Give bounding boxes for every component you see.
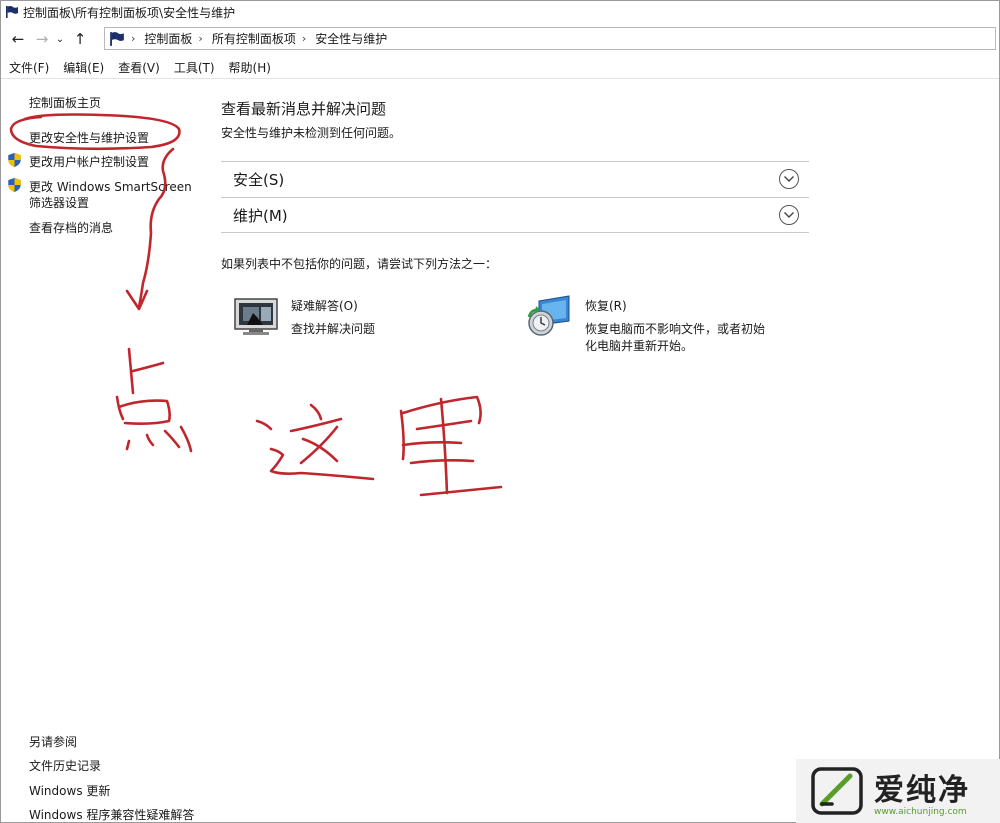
forward-button[interactable]: → xyxy=(31,28,53,50)
troubleshooting-description: 查找并解决问题 xyxy=(291,322,376,336)
link-control-panel-home[interactable]: 控制面板主页 xyxy=(29,94,101,111)
section-security-label: 安全(S) xyxy=(233,170,285,189)
title-bar: 控制面板\所有控制面板项\安全性与维护 xyxy=(1,1,999,23)
navigation-bar: ← → ⌄ ↑ › 控制面板 › 所有控制面板项 › 安全性与维护 xyxy=(1,25,999,53)
menu-bar: 文件(F) 编辑(E) 查看(V) 工具(T) 帮助(H) xyxy=(1,57,999,79)
breadcrumb-security-maintenance[interactable]: 安全性与维护 xyxy=(315,30,387,47)
aichunjing-logo-icon xyxy=(811,767,863,815)
up-button[interactable]: ↑ xyxy=(69,28,91,50)
flag-icon xyxy=(110,31,124,46)
breadcrumb-separator[interactable]: › xyxy=(302,32,306,45)
link-file-history[interactable]: 文件历史记录 xyxy=(29,757,101,774)
see-also-heading: 另请参阅 xyxy=(29,735,78,749)
breadcrumb-separator[interactable]: › xyxy=(131,32,135,45)
site-watermark: 爱纯净 www.aichunjing.com xyxy=(796,759,1000,823)
uac-shield-icon xyxy=(8,177,21,193)
breadcrumb-control-panel[interactable]: 控制面板 xyxy=(144,30,192,47)
link-program-compatibility-troubleshooter[interactable]: Windows 程序兼容性疑难解答 xyxy=(29,806,194,823)
troubleshooting-tool[interactable]: 疑难解答(O) 查找并解决问题 xyxy=(233,295,375,338)
left-task-pane: 控制面板主页 更改安全性与维护设置 更改用户帐户控制设置 更改 Windows … xyxy=(1,81,201,823)
link-windows-update[interactable]: Windows 更新 xyxy=(29,782,110,799)
address-bar[interactable]: › 控制面板 › 所有控制面板项 › 安全性与维护 xyxy=(104,27,996,50)
status-message: 安全性与维护未检测到任何问题。 xyxy=(221,126,402,140)
menu-view[interactable]: 查看(V) xyxy=(118,59,160,76)
breadcrumb-separator[interactable]: › xyxy=(198,32,202,45)
watermark-brand: 爱纯净 xyxy=(874,773,970,808)
link-change-smartscreen-settings-line2[interactable]: 筛选器设置 xyxy=(29,194,89,211)
section-maintenance[interactable]: 维护(M) xyxy=(221,197,809,232)
troubleshoot-monitor-icon xyxy=(234,298,278,335)
recent-locations-button[interactable]: ⌄ xyxy=(53,28,67,50)
menu-file[interactable]: 文件(F) xyxy=(9,59,49,76)
watermark-url: www.aichunjing.com xyxy=(874,807,967,817)
section-maintenance-label: 维护(M) xyxy=(233,206,288,225)
chevron-down-circle-icon[interactable] xyxy=(779,205,799,225)
main-content: 查看最新消息并解决问题 安全性与维护未检测到任何问题。 安全(S) 维护(M) … xyxy=(221,81,821,381)
recovery-description-line2: 化电脑并重新开始。 xyxy=(585,339,694,353)
link-view-archived-messages[interactable]: 查看存档的消息 xyxy=(29,219,113,236)
section-security[interactable]: 安全(S) xyxy=(221,161,809,196)
recovery-description-line1: 恢复电脑而不影响文件，或者初始 xyxy=(585,322,766,336)
recovery-link[interactable]: 恢复(R) xyxy=(585,297,765,314)
chevron-down-circle-icon[interactable] xyxy=(779,169,799,189)
alternative-methods-hint: 如果列表中不包括你的问题，请尝试下列方法之一： xyxy=(221,257,498,271)
menu-edit[interactable]: 编辑(E) xyxy=(63,59,104,76)
menu-tools[interactable]: 工具(T) xyxy=(174,59,215,76)
window-title: 控制面板\所有控制面板项\安全性与维护 xyxy=(23,5,236,20)
breadcrumb-all-items[interactable]: 所有控制面板项 xyxy=(212,30,296,47)
troubleshooting-link[interactable]: 疑难解答(O) xyxy=(291,297,375,314)
section-divider xyxy=(221,232,809,233)
recovery-description: 恢复电脑而不影响文件，或者初始 化电脑并重新开始。 xyxy=(585,321,765,355)
link-change-security-maintenance-settings[interactable]: 更改安全性与维护设置 xyxy=(29,129,149,146)
flag-icon xyxy=(6,6,18,18)
link-change-uac-settings[interactable]: 更改用户帐户控制设置 xyxy=(29,153,149,170)
recovery-monitor-icon xyxy=(527,295,570,336)
page-title: 查看最新消息并解决问题 xyxy=(221,100,387,118)
uac-shield-icon xyxy=(8,152,21,168)
recovery-tool[interactable]: 恢复(R) 恢复电脑而不影响文件，或者初始 化电脑并重新开始。 xyxy=(527,295,765,355)
link-change-smartscreen-settings[interactable]: 更改 Windows SmartScreen xyxy=(29,178,192,195)
back-button[interactable]: ← xyxy=(7,28,29,50)
menu-help[interactable]: 帮助(H) xyxy=(229,59,271,76)
